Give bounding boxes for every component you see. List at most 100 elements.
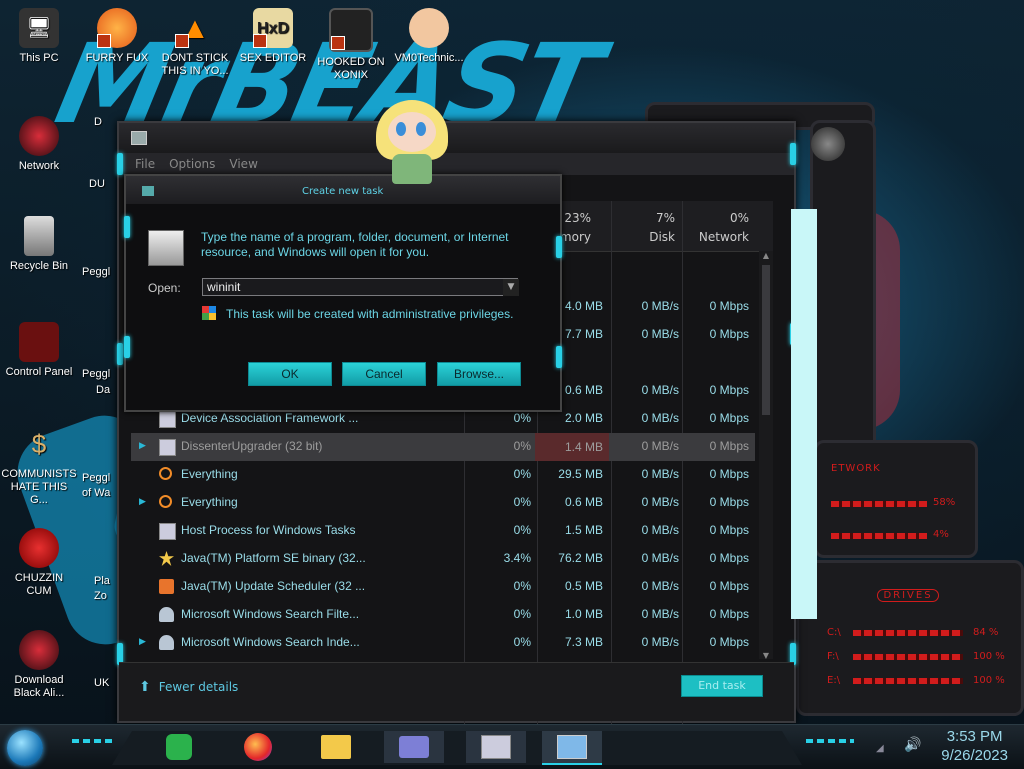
- drive-f-bar: [853, 654, 963, 660]
- table-row[interactable]: Java(TM) Update Scheduler (32 ... 0% 0.5 M…: [131, 573, 755, 601]
- desktop-icon-furry-fux[interactable]: FURRY FUX: [79, 8, 155, 65]
- expand-arrow-icon[interactable]: ▶: [139, 440, 146, 451]
- firefox-taskbar-icon[interactable]: [238, 731, 278, 763]
- expand-arrow-icon[interactable]: ▶: [139, 496, 146, 507]
- mem-cell: 2.0 MB: [564, 411, 603, 425]
- taskbar-band: [112, 731, 802, 765]
- table-row[interactable]: ▶ DissenterUpgrader (32 bit) 0% 1.4 MB 0 MB/…: [131, 433, 755, 461]
- partial-icon[interactable]: UK: [94, 677, 118, 690]
- gadget-frame-side: [810, 120, 876, 456]
- menu-options[interactable]: Options: [169, 157, 215, 171]
- task-manager-titlebar[interactable]: [119, 123, 845, 161]
- dialog-titlebar[interactable]: Create new task: [126, 176, 560, 204]
- desktop-icon-vm0technic[interactable]: VM0Technic...: [391, 8, 467, 65]
- disk-cell: 0 MB/s: [641, 495, 679, 509]
- desktop-icon-chuzzin[interactable]: CHUZZIN CUM: [1, 528, 77, 598]
- cpu-cell: 0%: [513, 523, 531, 537]
- scrollbar[interactable]: ▲: [759, 251, 773, 659]
- menu-view[interactable]: View: [229, 157, 257, 171]
- desktop-icon-black-alien[interactable]: Download Black Ali...: [1, 630, 77, 700]
- desktop-icon-sex-editor[interactable]: HxD SEX EDITOR: [235, 8, 311, 65]
- partial-icon[interactable]: Zo: [94, 590, 118, 603]
- table-row[interactable]: ▶ Microsoft Windows Search Inde... 0% 7.3 M…: [131, 629, 755, 657]
- partial-icon[interactable]: DU: [89, 178, 118, 191]
- task-manager-taskbar-icon[interactable]: [466, 731, 526, 763]
- frame-accent: [117, 153, 123, 175]
- mem-cell: 0.5 MB: [564, 579, 603, 593]
- partial-icon[interactable]: Peggl: [82, 472, 118, 485]
- browse-button[interactable]: Browse...: [437, 362, 521, 386]
- expand-arrow-icon[interactable]: ▶: [139, 636, 146, 647]
- vlc-icon: ▲: [175, 8, 215, 48]
- card-icon[interactable]: [384, 731, 444, 763]
- frame-accent: [124, 216, 130, 238]
- partial-icon[interactable]: Peggl: [82, 368, 118, 381]
- fewer-details-link[interactable]: ⬆ Fewer details: [139, 679, 238, 695]
- network-column-header[interactable]: 0% Network: [679, 209, 749, 247]
- table-row[interactable]: Host Process for Windows Tasks 0% 1.5 MB 0 …: [131, 517, 755, 545]
- desktop-icon-recycle-bin[interactable]: Recycle Bin: [1, 216, 77, 273]
- taskbar: ◢ 🔊 3:53 PM 9/26/2023: [0, 724, 1024, 769]
- grip-icon: ◢: [876, 743, 884, 754]
- partial-icon[interactable]: of Wa: [82, 487, 118, 500]
- desktop-icon-hooked-on-xonix[interactable]: HOOKED ON XONIX: [313, 8, 389, 82]
- table-row[interactable]: Everything 0% 29.5 MB 0 MB/s 0 Mbps: [131, 461, 755, 489]
- mem-cell: 1.5 MB: [564, 523, 603, 537]
- money-bag-icon: $: [31, 428, 47, 459]
- process-name: Microsoft Windows Search Filte...: [181, 607, 360, 621]
- frame-accent: [117, 343, 123, 365]
- firefox-icon: [97, 8, 137, 48]
- partial-icon[interactable]: Pla: [94, 575, 118, 588]
- desktop-icon-this-pc[interactable]: 🖥 This PC: [1, 8, 77, 65]
- network-bar: [831, 533, 927, 539]
- end-task-button[interactable]: End task: [681, 675, 763, 697]
- chuzzle-icon: [19, 528, 59, 568]
- disk-cell: 0 MB/s: [641, 439, 679, 453]
- scroll-up-icon[interactable]: ▲: [759, 251, 773, 260]
- scroll-thumb[interactable]: [762, 265, 770, 415]
- window-icon: [159, 411, 176, 428]
- create-new-task-dialog: Create new task Type the name of a progr…: [124, 174, 562, 412]
- disk-cell: 0 MB/s: [641, 467, 679, 481]
- table-row[interactable]: Microsoft Windows Search Filte... 0% 1.0 M…: [131, 601, 755, 629]
- disk-column-header[interactable]: 7% Disk: [605, 209, 675, 247]
- desktop-icon-control-panel[interactable]: Control Panel: [1, 322, 77, 379]
- desktop-icon-network[interactable]: Network: [1, 116, 77, 173]
- recycle-bin-icon: [24, 216, 54, 256]
- net-cell: 0 Mbps: [709, 579, 749, 593]
- chevron-down-icon[interactable]: ▼: [503, 279, 519, 296]
- cpu-cell: 0%: [513, 439, 531, 453]
- clock[interactable]: 3:53 PM 9/26/2023: [941, 727, 1008, 765]
- volume-icon[interactable]: 🔊: [904, 737, 921, 753]
- run-taskbar-icon[interactable]: [542, 731, 602, 765]
- partial-icon[interactable]: Da: [96, 384, 118, 397]
- process-name: Host Process for Windows Tasks: [181, 523, 356, 537]
- disk-cell: 0 MB/s: [641, 383, 679, 397]
- disk-cell: 0 MB/s: [641, 523, 679, 537]
- disk-cell: 0 MB/s: [641, 607, 679, 621]
- network-icon: [19, 116, 59, 156]
- partial-icon[interactable]: Peggl: [82, 266, 118, 279]
- mascot-character: [370, 92, 454, 190]
- partial-icon[interactable]: D: [94, 116, 118, 129]
- computer-icon: 🖥: [19, 8, 59, 48]
- table-row[interactable]: Java(TM) Platform SE binary (32... 3.4% 76…: [131, 545, 755, 573]
- file-explorer-icon[interactable]: [316, 731, 356, 763]
- ok-button[interactable]: OK: [248, 362, 332, 386]
- feedly-icon[interactable]: [159, 731, 199, 763]
- mem-cell: 0.6 MB: [564, 495, 603, 509]
- process-name: Microsoft Windows Search Inde...: [181, 635, 360, 649]
- desktop-icon-vlc[interactable]: ▲ DONT STICK THIS IN YO...: [157, 8, 233, 78]
- net-cell: 0 Mbps: [709, 607, 749, 621]
- magnifier-icon: [159, 467, 172, 480]
- open-input[interactable]: [202, 278, 518, 296]
- menu-file[interactable]: File: [135, 157, 155, 171]
- start-button[interactable]: [7, 730, 43, 766]
- disk-cell: 0 MB/s: [641, 327, 679, 341]
- desktop-icon-communists[interactable]: $ COMMUNISTS HATE THIS G...: [1, 424, 77, 507]
- table-row[interactable]: ▶ Everything 0% 0.6 MB 0 MB/s 0 Mbps: [131, 489, 755, 517]
- cpu-cell: 0%: [513, 467, 531, 481]
- cancel-button[interactable]: Cancel: [342, 362, 426, 386]
- frame-accent: [124, 336, 130, 358]
- drive-e-bar: [853, 678, 963, 684]
